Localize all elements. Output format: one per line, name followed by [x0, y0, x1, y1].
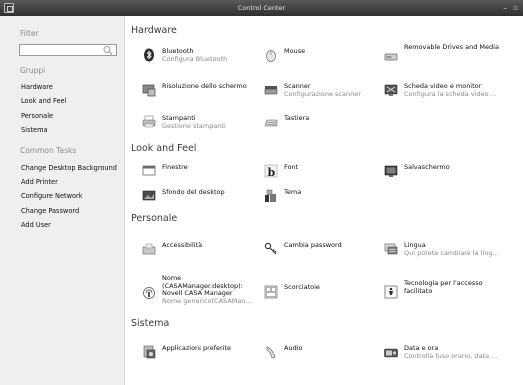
group-personale[interactable]: Personale — [21, 112, 53, 120]
item-mouse[interactable]: Mouse — [264, 47, 384, 76]
item-name: Mouse — [284, 47, 306, 55]
item-bluetooth[interactable]: Bluetooth Configura Bluetooth — [142, 47, 262, 76]
group-sistema[interactable]: Sistema — [21, 126, 48, 134]
item-name: Lingua — [404, 241, 426, 249]
windows-icon — [142, 164, 156, 178]
search-icon[interactable] — [102, 45, 114, 55]
item-name: Tastiera — [284, 114, 310, 122]
item-name: Tecnologia per l'accesso facilitato — [404, 279, 483, 295]
item-removable-drives[interactable]: Removable Drives and Media — [384, 43, 504, 72]
task-add-printer[interactable]: Add Printer — [21, 178, 58, 186]
theme-icon — [264, 189, 278, 203]
section-title-hardware: Hardware — [131, 25, 177, 36]
item-name: Scorciatoie — [284, 283, 320, 291]
display-resolution-icon — [142, 83, 156, 97]
item-screen-resolution[interactable]: Risoluzione dello schermo — [142, 82, 262, 111]
item-name: Salvaschermo — [404, 163, 450, 171]
task-configure-network[interactable]: Configure Network — [21, 192, 83, 200]
item-scanner[interactable]: Scanner Configurazione scanner — [264, 82, 384, 111]
task-change-desktop-background[interactable]: Change Desktop Background — [21, 164, 117, 172]
task-add-user[interactable]: Add User — [21, 221, 51, 229]
item-font[interactable]: b Font — [264, 163, 384, 192]
casa-manager-icon — [142, 286, 156, 300]
screensaver-icon — [384, 164, 398, 178]
assistive-tech-icon — [384, 285, 398, 299]
item-name: Scanner — [284, 82, 311, 90]
groups-heading: Gruppi — [20, 66, 46, 75]
item-name: Audio — [284, 344, 303, 352]
item-desc: Configura la scheda video ... — [404, 90, 497, 98]
shortcuts-icon — [264, 285, 278, 299]
item-desc: Configura Bluetooth — [162, 55, 228, 63]
item-desc: Gestione stampanti — [162, 122, 226, 130]
task-change-password[interactable]: Change Password — [21, 207, 79, 215]
window-titlebar: Control Center – ▫ — [0, 0, 523, 16]
item-date-time[interactable]: Data e ora Controlla fuso orario, data ..… — [384, 344, 504, 373]
item-preferred-applications[interactable]: Applicazioni preferite — [142, 344, 262, 373]
item-printers[interactable]: Stampanti Gestione stampanti — [142, 114, 262, 143]
sidebar: Filter Gruppi Hardware Look and Feel Per… — [0, 16, 125, 385]
svg-text:b: b — [268, 166, 276, 178]
bluetooth-icon — [142, 48, 156, 62]
drive-icon — [384, 49, 398, 63]
item-name: Finestre — [162, 163, 188, 171]
item-accessibility[interactable]: Accessibilità — [142, 241, 262, 270]
common-tasks-heading: Common Tasks — [20, 146, 77, 155]
item-audio[interactable]: Audio — [264, 344, 384, 373]
item-assistive-technology[interactable]: Tecnologia per l'accesso facilitato — [384, 279, 504, 308]
item-video-card[interactable]: Scheda video e monitor Configura la sched… — [384, 82, 504, 111]
window-menu-icon[interactable] — [4, 3, 14, 13]
mouse-icon — [264, 48, 278, 62]
item-name: Stampanti — [162, 114, 196, 122]
item-desc: Qui potete cambiare la ling... — [404, 249, 499, 257]
audio-icon — [264, 345, 278, 359]
video-card-icon — [384, 83, 398, 97]
font-icon: b — [264, 164, 278, 178]
printer-icon — [142, 115, 156, 129]
wallpaper-icon — [142, 189, 156, 203]
accessibility-icon — [142, 242, 156, 256]
scanner-icon — [264, 83, 278, 97]
item-desc: Configurazione scanner — [284, 90, 361, 98]
item-desc: Controlla fuso orario, data ... — [404, 352, 498, 360]
item-shortcuts[interactable]: Scorciatoie — [264, 283, 384, 312]
section-title-personale: Personale — [131, 213, 178, 224]
section-title-look-and-feel: Look and Feel — [131, 143, 197, 154]
group-look-and-feel[interactable]: Look and Feel — [21, 97, 66, 105]
preferred-apps-icon — [142, 345, 156, 359]
window-title: Control Center — [237, 4, 286, 12]
item-name: Nome (CASAManager.desktop): Novell CASA … — [162, 274, 243, 298]
item-casa-manager[interactable]: Nome (CASAManager.desktop): Novell CASA … — [142, 274, 262, 311]
item-name: Font — [284, 163, 299, 171]
item-desc: Nome generico(CASAMan... — [162, 297, 252, 305]
item-name: Risoluzione dello schermo — [162, 82, 247, 90]
item-change-password[interactable]: Cambia password — [264, 241, 384, 270]
filter-heading: Filter — [20, 29, 39, 38]
item-language[interactable]: Lingua Qui potete cambiare la ling... — [384, 241, 504, 270]
item-name: Tema — [284, 188, 302, 196]
keyboard-icon — [264, 115, 278, 129]
item-name: Data e ora — [404, 344, 439, 352]
item-name: Removable Drives and Media — [404, 43, 499, 51]
item-name: Cambia password — [284, 241, 342, 249]
main-panel: Hardware Bluetooth Configura Bluetooth Mo… — [126, 16, 523, 385]
key-icon — [264, 242, 278, 256]
item-theme[interactable]: Tema — [264, 188, 384, 217]
item-name: Scheda video e monitor — [404, 82, 482, 90]
item-name: Accessibilità — [162, 241, 203, 249]
item-name: Sfondo del desktop — [162, 188, 225, 196]
section-title-sistema: Sistema — [131, 318, 170, 329]
item-name: Applicazioni preferite — [162, 344, 232, 352]
group-hardware[interactable]: Hardware — [21, 83, 53, 91]
item-screensaver[interactable]: Salvaschermo — [384, 163, 504, 192]
language-icon — [384, 242, 398, 256]
date-time-icon — [384, 346, 398, 360]
item-keyboard[interactable]: Tastiera — [264, 114, 384, 143]
item-name: Bluetooth — [162, 47, 194, 55]
window-controls[interactable]: – ▫ — [504, 0, 520, 16]
